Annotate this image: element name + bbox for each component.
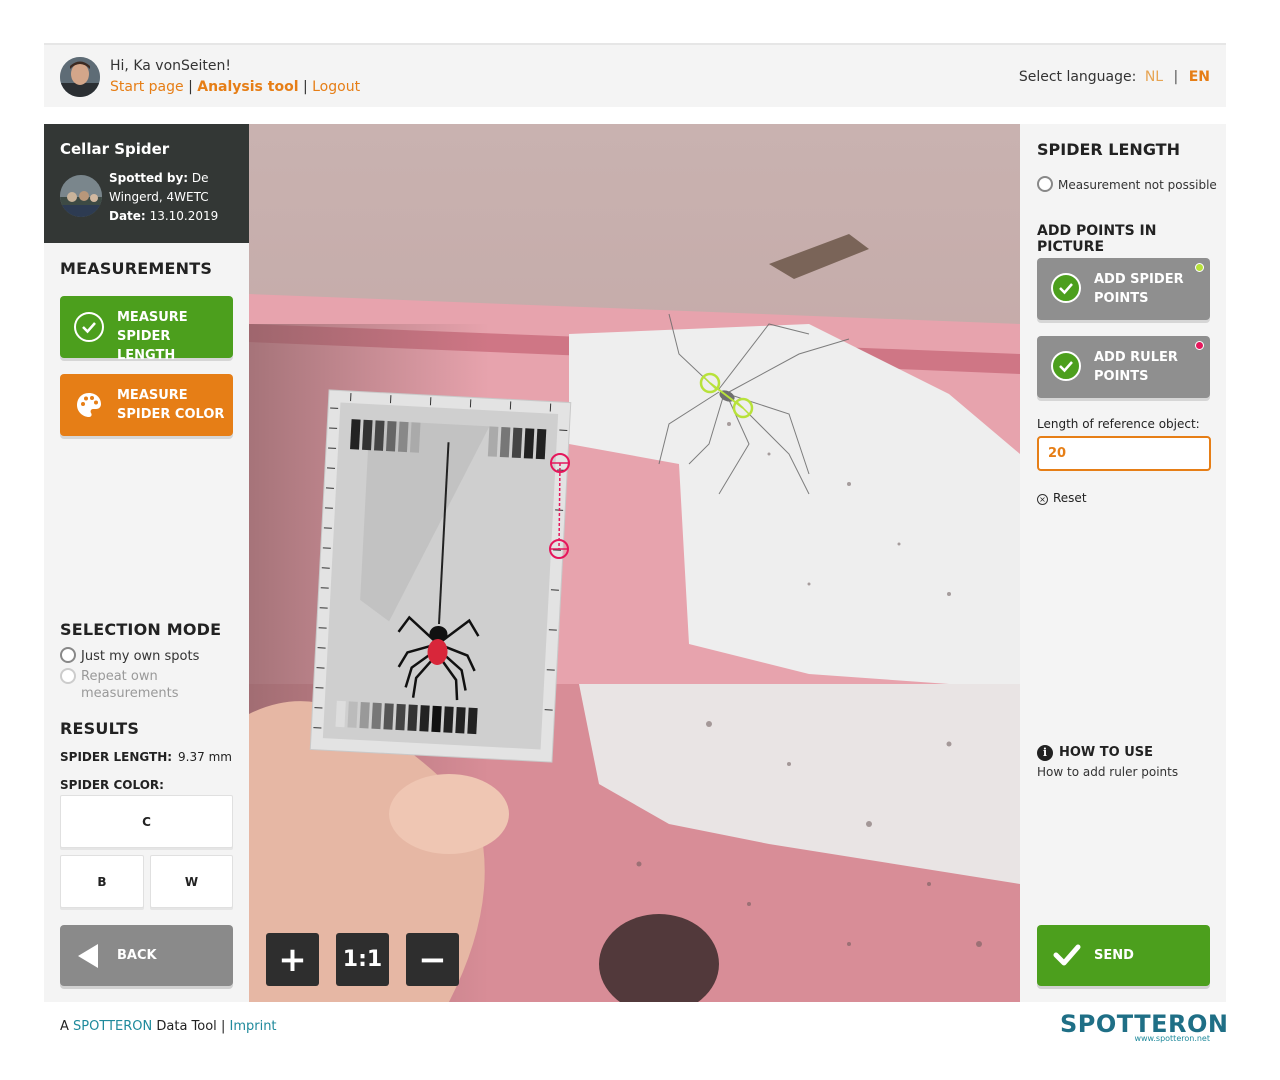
- radio-label: Just my own spots: [81, 649, 200, 664]
- add-ruler-points-label: ADD RULER POINTS: [1094, 350, 1178, 384]
- language-nl[interactable]: NL: [1145, 69, 1163, 85]
- language-selector: Select language: NL | EN: [1019, 69, 1210, 85]
- how-to-use-label: HOW TO USE: [1059, 745, 1154, 760]
- nav-separator: |: [298, 79, 313, 95]
- results-title: RESULTS: [60, 719, 140, 738]
- spot-meta: Spotted by: De Wingerd, 4WETC Date: 13.1…: [109, 169, 234, 226]
- reference-length-input[interactable]: [1037, 436, 1211, 471]
- ruler-point-color-dot: [1195, 341, 1204, 350]
- logo-url: www.spotteron.net: [1134, 1034, 1210, 1043]
- spot-info-card: Cellar Spider Spotted by: De Wingerd, 4W…: [44, 124, 249, 243]
- how-to-add-ruler-points-link[interactable]: How to add ruler points: [1037, 765, 1178, 779]
- top-header: Hi, Ka vonSeiten! Start page | Analysis …: [44, 43, 1226, 107]
- footer-suffix: Data Tool: [156, 1019, 217, 1034]
- palette-icon: [74, 390, 104, 420]
- measurements-title: MEASUREMENTS: [60, 259, 213, 278]
- add-ruler-points-button[interactable]: ADD RULER POINTS: [1037, 336, 1210, 398]
- spot-title: Cellar Spider: [60, 140, 170, 158]
- back-label: BACK: [117, 948, 157, 963]
- check-icon: [1051, 273, 1081, 303]
- send-button[interactable]: SEND: [1037, 925, 1210, 986]
- language-separator: |: [1173, 69, 1179, 85]
- radio-label: Repeat own measurements: [81, 669, 179, 701]
- nav-separator: |: [183, 79, 198, 95]
- date-value: 13.10.2019: [149, 209, 219, 223]
- nav-logout[interactable]: Logout: [312, 79, 360, 95]
- back-button[interactable]: BACK: [60, 925, 233, 986]
- info-icon: i: [1037, 745, 1053, 761]
- color-cell-c[interactable]: C: [60, 795, 233, 848]
- nav-start-page[interactable]: Start page: [110, 79, 184, 95]
- radio-button[interactable]: [60, 668, 76, 684]
- greeting-text: Hi, Ka vonSeiten!: [110, 58, 231, 74]
- thumb: [389, 774, 509, 854]
- measure-length-button[interactable]: MEASURE SPIDER LENGTH: [60, 296, 233, 363]
- radio-repeat-own[interactable]: Repeat own measurements: [60, 668, 210, 702]
- back-arrow-icon: [78, 944, 98, 968]
- spider-color-result: SPIDER COLOR:: [60, 778, 170, 792]
- add-points-title: ADD POINTS IN PICTURE: [1037, 223, 1157, 255]
- measure-color-button[interactable]: MEASURE SPIDER COLOR: [60, 374, 233, 436]
- reference-length-label: Length of reference object:: [1037, 417, 1200, 431]
- measurement-not-possible-label: Measurement not possible: [1058, 178, 1217, 192]
- footer-brand-link[interactable]: SPOTTERON: [73, 1019, 152, 1034]
- spider-length-result: SPIDER LENGTH: 9.37 mm: [60, 750, 232, 764]
- checkmark-icon: [1053, 942, 1081, 972]
- send-label: SEND: [1094, 948, 1134, 963]
- footer: A SPOTTERON Data Tool | Imprint: [60, 1019, 277, 1034]
- date-label: Date:: [109, 209, 146, 223]
- close-circle-icon: ×: [1037, 494, 1048, 505]
- zoom-reset-button[interactable]: 1:1: [336, 933, 389, 986]
- spotter-thumbnail: [60, 175, 102, 217]
- check-icon: [74, 312, 104, 342]
- check-icon: [1051, 351, 1081, 381]
- spider-photo[interactable]: + 1:1 −: [249, 124, 1020, 1002]
- color-cell-b[interactable]: B: [60, 855, 144, 908]
- spider-point-color-dot: [1195, 263, 1204, 272]
- radio-button[interactable]: [1037, 176, 1053, 192]
- measurement-not-possible-option[interactable]: Measurement not possible: [1037, 176, 1217, 192]
- footer-separator: |: [220, 1019, 226, 1034]
- reset-label: Reset: [1053, 491, 1087, 505]
- language-en[interactable]: EN: [1189, 69, 1210, 85]
- footer-imprint-link[interactable]: Imprint: [229, 1019, 276, 1034]
- reset-button[interactable]: × Reset: [1037, 491, 1087, 505]
- left-panel: Cellar Spider Spotted by: De Wingerd, 4W…: [44, 124, 249, 1002]
- measure-length-label: MEASURE SPIDER LENGTH: [117, 310, 188, 363]
- how-to-use-title: i HOW TO USE: [1037, 745, 1153, 761]
- footer-prefix: A: [60, 1019, 69, 1034]
- ruler-card: [309, 389, 572, 763]
- user-avatar: [60, 57, 100, 97]
- language-label: Select language:: [1018, 69, 1137, 85]
- spider-length-title: SPIDER LENGTH: [1037, 140, 1180, 159]
- zoom-in-button[interactable]: +: [266, 933, 319, 986]
- radio-own-spots[interactable]: Just my own spots: [60, 647, 199, 665]
- spotted-by-label: Spotted by:: [109, 171, 189, 185]
- add-spider-points-label: ADD SPIDER POINTS: [1094, 272, 1184, 306]
- add-spider-points-button[interactable]: ADD SPIDER POINTS: [1037, 258, 1210, 320]
- spider-color-label: SPIDER COLOR:: [60, 778, 164, 792]
- selection-mode-title: SELECTION MODE: [60, 620, 222, 639]
- spider-length-label: SPIDER LENGTH:: [60, 750, 173, 764]
- zoom-out-button[interactable]: −: [406, 933, 459, 986]
- nav-analysis-tool[interactable]: Analysis tool: [197, 79, 298, 95]
- spotteron-logo: SPOTTERON www.spotteron.net: [1060, 1010, 1228, 1046]
- main-nav: Start page | Analysis tool | Logout: [110, 79, 360, 95]
- spider-length-value: 9.37 mm: [178, 750, 232, 764]
- color-cell-w[interactable]: W: [150, 855, 233, 908]
- photo-canvas[interactable]: [249, 124, 1020, 1002]
- right-panel: SPIDER LENGTH Measurement not possible A…: [1020, 124, 1226, 1002]
- radio-button[interactable]: [60, 647, 76, 663]
- measure-color-label: MEASURE SPIDER COLOR: [117, 388, 225, 422]
